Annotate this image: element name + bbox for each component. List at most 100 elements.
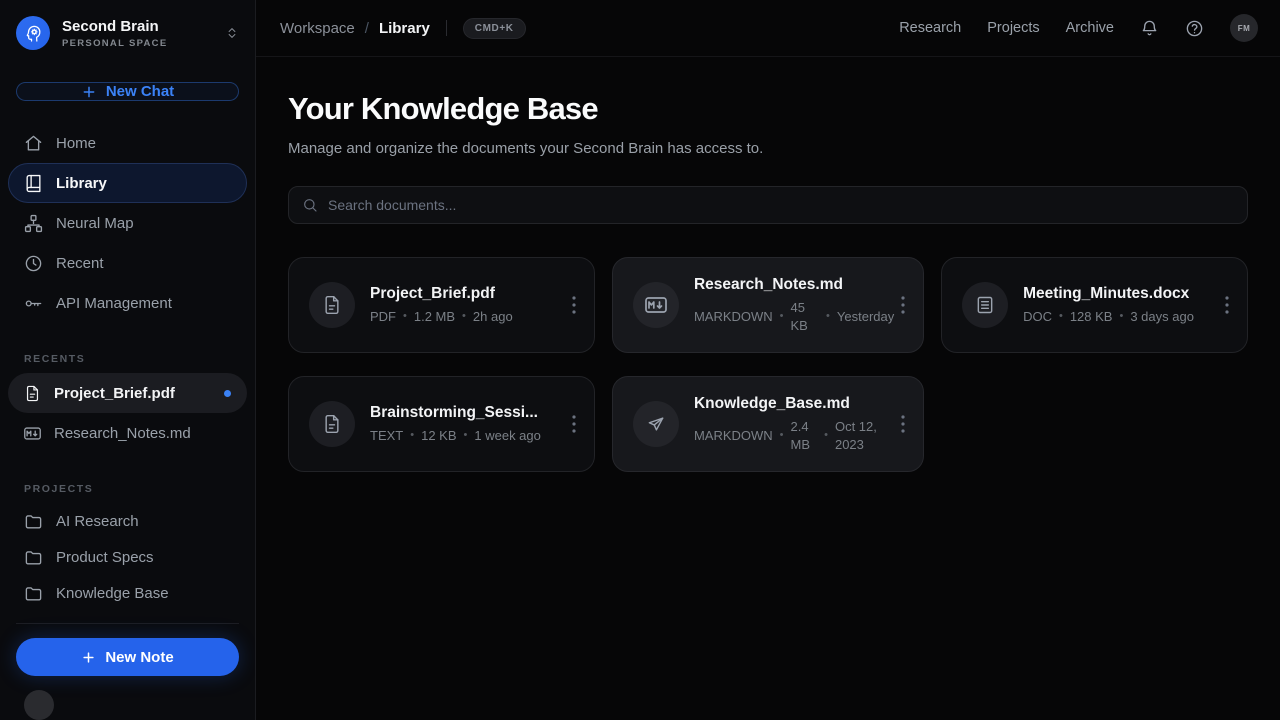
document-card-research-notes[interactable]: Research_Notes.md MARKDOWN 45 KB Yesterd… xyxy=(612,257,924,353)
kebab-icon xyxy=(572,415,576,433)
document-name: Knowledge_Base.md xyxy=(694,395,883,413)
recent-item-label: Project_Brief.pdf xyxy=(54,385,175,402)
sidebar-item-neural-map[interactable]: Neural Map xyxy=(8,203,247,243)
recent-item-label: Research_Notes.md xyxy=(54,425,191,442)
document-modified: 3 days ago xyxy=(1130,308,1194,326)
sidebar-item-library[interactable]: Library xyxy=(8,163,247,203)
kebab-icon xyxy=(901,415,905,433)
project-item-knowledge-base[interactable]: Knowledge Base xyxy=(8,575,247,611)
top-nav-projects[interactable]: Projects xyxy=(987,20,1039,36)
breadcrumb: Workspace / Library xyxy=(280,20,430,37)
document-type: DOC xyxy=(1023,308,1052,326)
project-item-product-specs[interactable]: Product Specs xyxy=(8,539,247,575)
recents-list: Project_Brief.pdf Research_Notes.md xyxy=(8,373,247,453)
new-chat-label: New Chat xyxy=(106,83,174,100)
search-icon xyxy=(302,197,318,213)
sidebar-footer xyxy=(0,676,255,720)
document-card-knowledge-base[interactable]: Knowledge_Base.md MARKDOWN 2.4 MB Oct 12… xyxy=(612,376,924,472)
topbar-divider xyxy=(446,20,447,36)
sidebar-item-recent[interactable]: Recent xyxy=(8,243,247,283)
key-icon xyxy=(24,294,43,313)
bell-icon xyxy=(1140,19,1159,38)
sidebar-item-label: Recent xyxy=(56,255,104,272)
folder-icon xyxy=(24,548,43,567)
document-type: TEXT xyxy=(370,427,403,445)
page-subtitle: Manage and organize the documents your S… xyxy=(288,140,1248,157)
brand-name: Second Brain xyxy=(62,18,213,36)
project-item-ai-research[interactable]: AI Research xyxy=(8,503,247,539)
topbar-actions: Research Projects Archive FM xyxy=(899,14,1258,42)
document-menu-button[interactable] xyxy=(895,409,911,439)
document-size: 2.4 MB xyxy=(791,418,818,453)
sidebar-item-label: Library xyxy=(56,175,107,192)
meta-separator xyxy=(824,428,828,443)
kebab-icon xyxy=(901,296,905,314)
document-meta: TEXT 12 KB 1 week ago xyxy=(370,427,554,445)
markdown-icon xyxy=(24,425,41,442)
meta-separator xyxy=(403,309,407,324)
project-item-label: AI Research xyxy=(56,513,139,530)
search-input[interactable] xyxy=(328,197,1234,213)
folder-icon xyxy=(24,584,43,603)
document-meta: MARKDOWN 2.4 MB Oct 12, 2023 xyxy=(694,418,883,453)
sidebar-item-api-management[interactable]: API Management xyxy=(8,283,247,323)
document-menu-button[interactable] xyxy=(895,290,911,320)
help-button[interactable] xyxy=(1185,19,1204,38)
project-item-label: Knowledge Base xyxy=(56,585,169,602)
document-modified: 1 week ago xyxy=(474,427,541,445)
document-size: 12 KB xyxy=(421,427,456,445)
meta-separator xyxy=(462,309,466,324)
clock-icon xyxy=(24,254,43,273)
meta-separator xyxy=(1119,309,1123,324)
command-k-badge[interactable]: CMD+K xyxy=(463,18,526,39)
search-bar xyxy=(288,186,1248,224)
main-content: Your Knowledge Base Manage and organize … xyxy=(256,57,1280,720)
document-modified: Yesterday xyxy=(837,308,883,326)
kebab-icon xyxy=(572,296,576,314)
chevrons-up-down-icon[interactable] xyxy=(225,26,239,40)
document-card-project-brief[interactable]: Project_Brief.pdf PDF 1.2 MB 2h ago xyxy=(288,257,595,353)
document-name: Project_Brief.pdf xyxy=(370,285,554,303)
document-meta: PDF 1.2 MB 2h ago xyxy=(370,308,554,326)
document-menu-button[interactable] xyxy=(566,290,582,320)
user-avatar[interactable]: FM xyxy=(1230,14,1258,42)
breadcrumb-separator: / xyxy=(365,20,369,37)
top-nav-archive[interactable]: Archive xyxy=(1066,20,1114,36)
new-note-button[interactable]: New Note xyxy=(16,638,239,676)
file-text-icon xyxy=(309,401,355,447)
document-modified: Oct 12, 2023 xyxy=(835,418,883,453)
workspace-switcher[interactable]: Second Brain PERSONAL SPACE xyxy=(0,0,255,50)
kebab-icon xyxy=(1225,296,1229,314)
project-item-label: Product Specs xyxy=(56,549,154,566)
help-circle-icon xyxy=(1185,19,1204,38)
meta-separator xyxy=(826,309,830,324)
recent-item-research-notes[interactable]: Research_Notes.md xyxy=(8,413,247,453)
top-bar: Workspace / Library CMD+K Research Proje… xyxy=(256,0,1280,57)
brand-logo-brain-icon xyxy=(16,16,50,50)
meta-separator xyxy=(464,428,468,443)
file-text-icon xyxy=(309,282,355,328)
notifications-button[interactable] xyxy=(1140,19,1159,38)
breadcrumb-library: Library xyxy=(379,20,430,37)
markdown-file-icon xyxy=(633,282,679,328)
user-avatar-small[interactable] xyxy=(24,690,54,720)
sidebar-item-home[interactable]: Home xyxy=(8,123,247,163)
top-nav-research[interactable]: Research xyxy=(899,20,961,36)
file-icon xyxy=(24,385,41,402)
sidebar-divider xyxy=(16,623,239,624)
sidebar: Second Brain PERSONAL SPACE New Chat Hom… xyxy=(0,0,256,720)
send-file-icon xyxy=(633,401,679,447)
meta-separator xyxy=(410,428,414,443)
breadcrumb-workspace[interactable]: Workspace xyxy=(280,20,355,37)
document-card-brainstorming-session[interactable]: Brainstorming_Sessi... TEXT 12 KB 1 week… xyxy=(288,376,595,472)
document-type: MARKDOWN xyxy=(694,308,773,326)
primary-nav: Home Library Neural Map Recent API Manag… xyxy=(8,123,247,323)
document-menu-button[interactable] xyxy=(1219,290,1235,320)
recent-item-project-brief[interactable]: Project_Brief.pdf xyxy=(8,373,247,413)
document-type: PDF xyxy=(370,308,396,326)
document-card-meeting-minutes[interactable]: Meeting_Minutes.docx DOC 128 KB 3 days a… xyxy=(941,257,1248,353)
meta-separator xyxy=(780,428,784,443)
document-menu-button[interactable] xyxy=(566,409,582,439)
sidebar-item-label: Home xyxy=(56,135,96,152)
new-chat-button[interactable]: New Chat xyxy=(16,82,239,101)
